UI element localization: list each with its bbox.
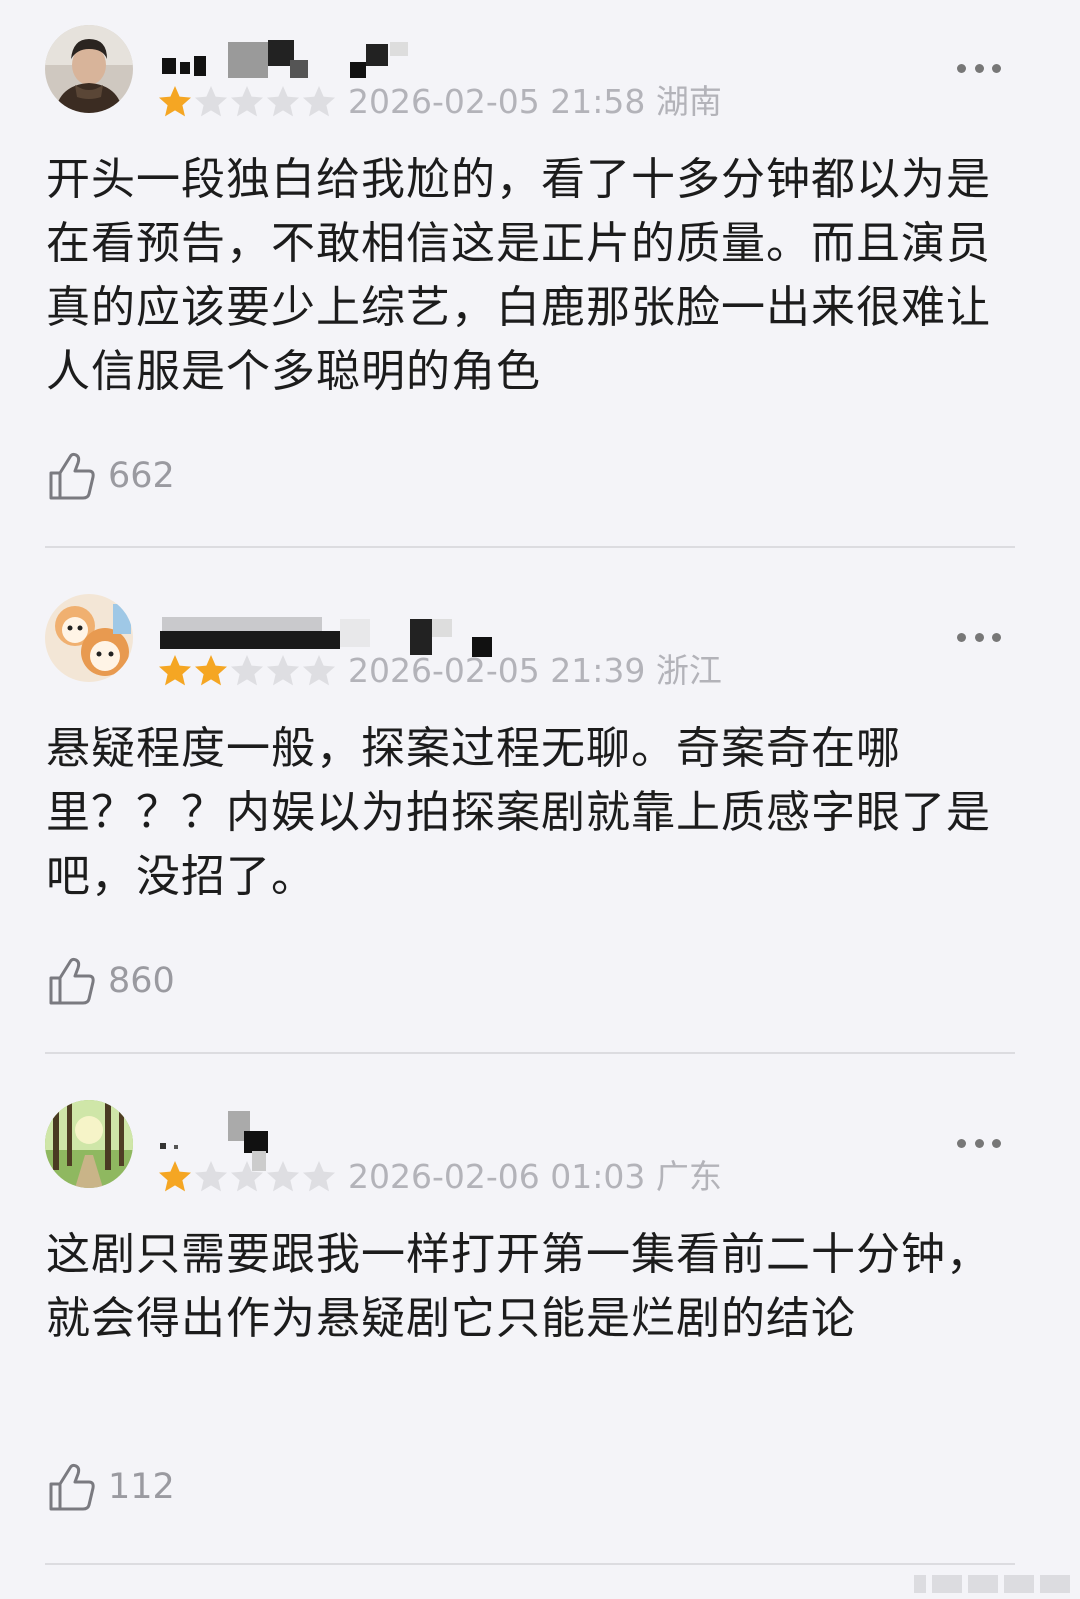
watermark-bar — [914, 1575, 1070, 1593]
review-meta: 2026-02-05 21:39 浙江 — [348, 649, 722, 693]
review-location: 湖南 — [655, 82, 722, 121]
review-location: 广东 — [655, 1157, 722, 1196]
star-icon — [231, 655, 263, 686]
rating-stars — [157, 1159, 337, 1195]
review-meta: 2026-02-05 21:58 湖南 — [348, 80, 722, 124]
like-count: 860 — [108, 961, 175, 1001]
review-text: 开头一段独白给我尬的，看了十多分钟都以为是在看预告，不敢相信这是正片的质量。而且… — [46, 154, 991, 397]
rating-stars — [157, 84, 337, 120]
star-icon — [159, 655, 191, 686]
review-text: 这剧只需要跟我一样打开第一集看前二十分钟，就会得出作为悬疑剧它只能是烂剧的结论 — [46, 1229, 991, 1344]
like-button[interactable]: 662 — [48, 451, 175, 501]
star-icon — [159, 86, 191, 117]
star-icon — [195, 86, 227, 117]
star-icon — [267, 655, 299, 686]
more-icon[interactable] — [957, 58, 1001, 78]
rating-stars — [157, 653, 337, 689]
more-icon[interactable] — [957, 1133, 1001, 1153]
thumbs-up-icon — [49, 1463, 95, 1511]
like-count: 662 — [108, 456, 175, 496]
review-date: 2026-02-05 21:39 — [348, 651, 646, 690]
review-text: 悬疑程度一般，探案过程无聊。奇案奇在哪里？？？内娱以为拍探案剧就靠上质感字眼了是… — [46, 723, 991, 902]
divider — [45, 546, 1015, 548]
star-icon — [231, 1161, 263, 1192]
star-icon — [267, 86, 299, 117]
like-count: 112 — [108, 1467, 175, 1507]
like-button[interactable]: 112 — [48, 1462, 175, 1512]
star-icon — [195, 655, 227, 686]
star-icon — [303, 655, 335, 686]
avatar[interactable] — [45, 594, 133, 682]
review-date: 2026-02-06 01:03 — [348, 1157, 646, 1196]
star-icon — [303, 86, 335, 117]
divider — [45, 1052, 1015, 1054]
star-icon — [267, 1161, 299, 1192]
avatar[interactable] — [45, 25, 133, 113]
divider — [45, 1563, 1015, 1565]
like-button[interactable]: 860 — [48, 956, 175, 1006]
review-meta: 2026-02-06 01:03 广东 — [348, 1155, 722, 1199]
star-icon — [303, 1161, 335, 1192]
review-date: 2026-02-05 21:58 — [348, 82, 646, 121]
avatar[interactable] — [45, 1100, 133, 1188]
more-icon[interactable] — [957, 627, 1001, 647]
star-icon — [159, 1161, 191, 1192]
star-icon — [195, 1161, 227, 1192]
review-location: 浙江 — [655, 651, 722, 690]
star-icon — [231, 86, 263, 117]
thumbs-up-icon — [49, 957, 95, 1005]
thumbs-up-icon — [49, 452, 95, 500]
